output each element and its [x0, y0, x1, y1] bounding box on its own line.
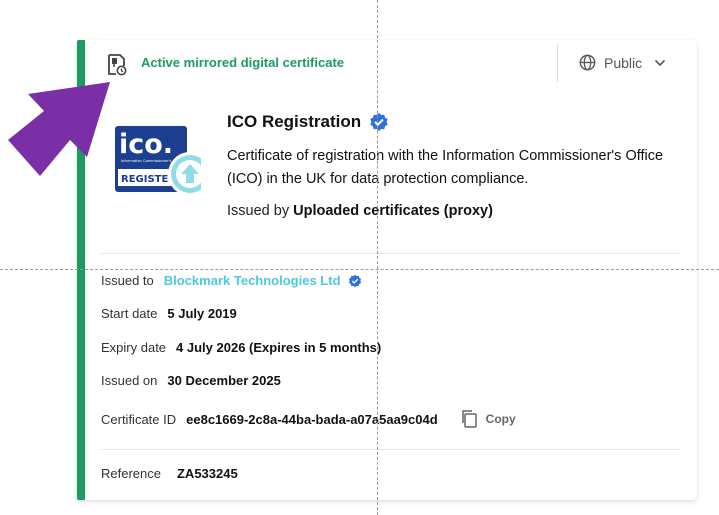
section-divider [101, 253, 681, 254]
verified-badge-icon [370, 113, 388, 131]
issued-on-row: Issued on 30 December 2025 [101, 373, 281, 388]
certificate-description: Certificate of registration with the Inf… [227, 148, 664, 187]
reference-value: ZA533245 [176, 466, 238, 481]
ico-registered-logo: ico. Information Commissioner's Office R… [115, 126, 201, 196]
certificate-id-value: ee8c1669-2c8a-44ba-bada-a07a5aa9c04d [186, 411, 438, 427]
header-divider [557, 44, 558, 82]
logo-main-text: ico. [119, 129, 173, 160]
issued-by-label: Issued by [227, 203, 290, 219]
issued-on-value: 30 December 2025 [167, 373, 281, 388]
expiry-date-value: 4 July 2026 (Expires in 5 months) [176, 340, 382, 355]
issued-to-row: Issued to Blockmark Technologies Ltd [101, 273, 362, 288]
issued-to-link[interactable]: Blockmark Technologies Ltd [164, 273, 341, 288]
certificate-card: Active mirrored digital certificate Publ… [77, 40, 697, 500]
copy-button[interactable]: Copy [460, 409, 516, 429]
start-date-row: Start date 5 July 2019 [101, 306, 237, 321]
start-date-value: 5 July 2019 [167, 306, 237, 321]
start-date-label: Start date [101, 306, 158, 321]
issued-by: Issued by Uploaded certificates (proxy) [227, 203, 493, 219]
certificate-title-row: ICO Registration [227, 112, 389, 132]
issued-to-label: Issued to [101, 273, 154, 288]
horizontal-guide-line [0, 269, 719, 270]
certificate-status-text: Active mirrored digital certificate [141, 55, 345, 70]
verified-badge-icon [348, 274, 361, 287]
vertical-guide-line [377, 0, 378, 515]
visibility-label: Public [604, 54, 643, 71]
issued-by-value: Uploaded certificates (proxy) [293, 203, 493, 219]
copy-label: Copy [485, 412, 516, 426]
certificate-id-label: Certificate ID [101, 411, 177, 427]
chevron-down-icon [655, 59, 666, 66]
reference-label: Reference [101, 466, 161, 481]
certificate-id-row: Certificate ID ee8c1669-2c8a-44ba-bada-a… [101, 409, 516, 429]
pointer-arrow-icon [8, 82, 110, 176]
expiry-date-label: Expiry date [101, 340, 167, 355]
reference-row: Reference ZA533245 [101, 466, 238, 481]
certificate-title: ICO Registration [227, 112, 362, 131]
section-divider-bottom [101, 449, 681, 450]
certificate-status-icon [108, 54, 127, 76]
issued-on-label: Issued on [101, 373, 158, 388]
visibility-dropdown[interactable]: Public [579, 54, 666, 71]
globe-icon [579, 54, 596, 71]
expiry-date-row: Expiry date 4 July 2026 (Expires in 5 mo… [101, 340, 381, 355]
copy-icon [461, 410, 477, 428]
